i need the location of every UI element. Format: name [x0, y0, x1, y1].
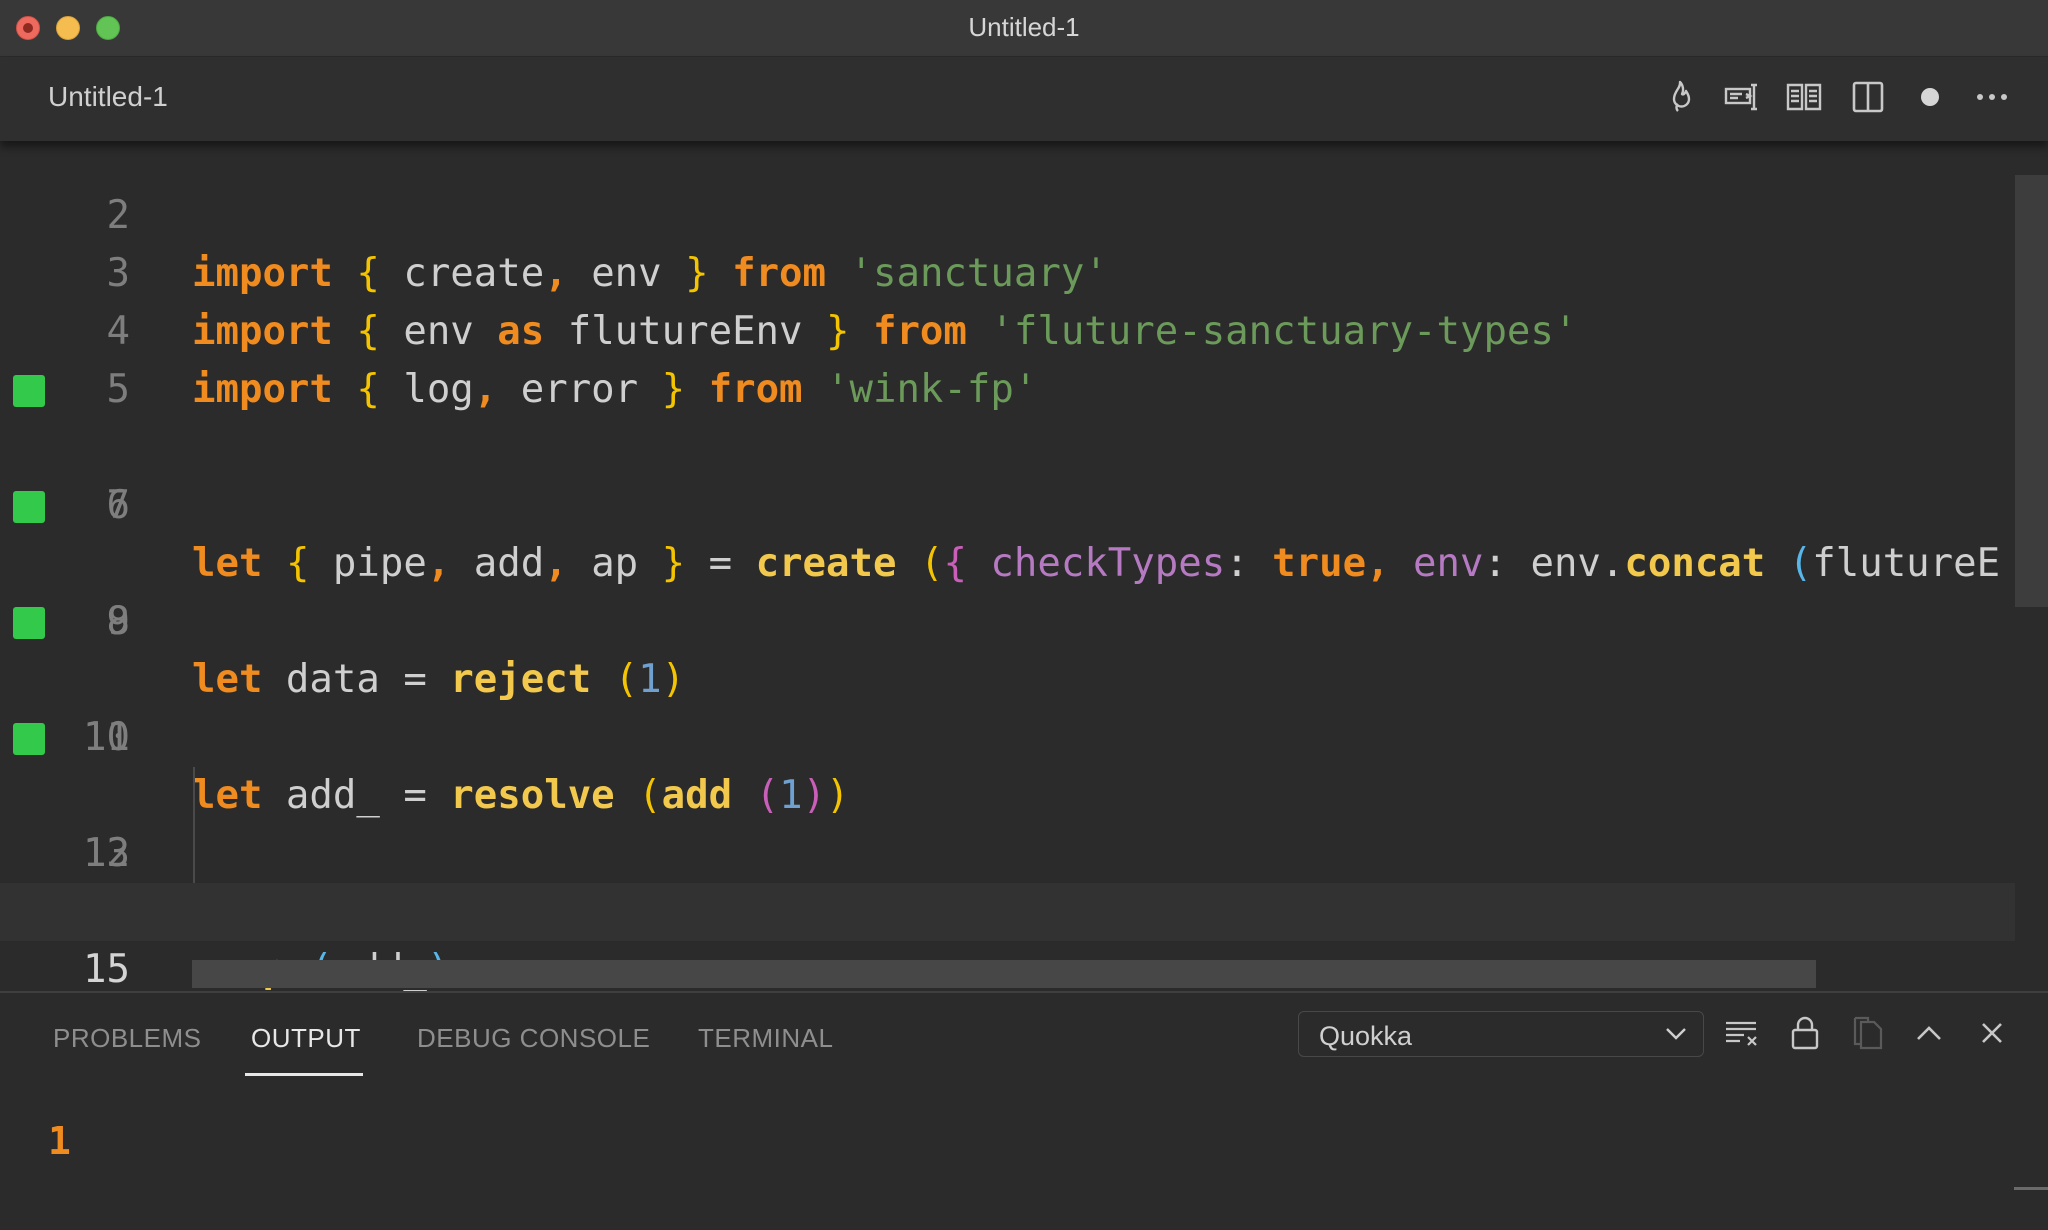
code-line: 14 fork (error) (log) — [0, 825, 2015, 934]
tab-problems[interactable]: PROBLEMS — [53, 1023, 202, 1054]
more-actions-icon[interactable] — [1972, 77, 2012, 117]
output-scrollbar[interactable] — [2014, 1187, 2048, 1190]
quokka-coverage-marker — [13, 723, 45, 755]
code-line: 5 — [0, 303, 2015, 412]
code-line: 8 let data = reject (1) — [0, 477, 2015, 702]
code-editor[interactable]: 2 import { create, env } from 'sanctuary… — [0, 141, 2048, 991]
quokka-run-icon[interactable] — [1722, 77, 1762, 117]
active-tab-indicator — [245, 1073, 363, 1076]
code-line: 11 — [0, 651, 2015, 760]
editor-vertical-scrollbar[interactable] — [2015, 175, 2048, 607]
maximize-panel-icon[interactable] — [1909, 1013, 1949, 1053]
quokka-coverage-marker — [13, 607, 45, 639]
open-preview-icon[interactable] — [1784, 77, 1824, 117]
title-bar: Untitled-1 — [0, 0, 2048, 57]
code-line: 13 ap (add_), — [0, 767, 2015, 991]
clear-output-icon[interactable] — [1722, 1013, 1762, 1053]
code-line: 4 import { log, error } from 'wink-fp' — [0, 245, 2015, 412]
code-line-current: 15 ]) (data) — [0, 883, 2015, 991]
quokka-coverage-marker — [13, 375, 45, 407]
chevron-down-icon — [1663, 1020, 1689, 1051]
output-panel[interactable]: 1 — [0, 1077, 2048, 1230]
code-line: 7 — [0, 419, 2015, 528]
editor-horizontal-scrollbar[interactable] — [192, 960, 1816, 988]
tab-debug-console[interactable]: DEBUG CONSOLE — [417, 1023, 650, 1054]
tab-output[interactable]: OUTPUT — [251, 1023, 361, 1054]
split-editor-icon[interactable] — [1848, 77, 1888, 117]
code-line: 2 import { create, env } from 'sanctuary… — [0, 141, 2015, 296]
panel-header: PROBLEMS OUTPUT DEBUG CONSOLE TERMINAL Q… — [0, 993, 2048, 1077]
output-channel-select[interactable]: Quokka — [1298, 1011, 1704, 1057]
output-channel-value: Quokka — [1319, 1021, 1413, 1051]
close-panel-icon[interactable] — [1972, 1013, 2012, 1053]
code-line: 6 let { pipe, add, ap } = create ({ chec… — [0, 361, 2015, 586]
lock-icon[interactable] — [1785, 1013, 1825, 1053]
flame-icon[interactable] — [1660, 77, 1700, 117]
editor-tab-title[interactable]: Untitled-1 — [48, 81, 168, 113]
unsaved-dot-icon[interactable] — [1910, 77, 1950, 117]
quokka-coverage-marker — [13, 491, 45, 523]
line-number: 15 — [83, 947, 130, 991]
window-title: Untitled-1 — [968, 12, 1080, 42]
indent-guide — [193, 767, 195, 825]
output-line: 1 — [48, 1119, 71, 1163]
code-line: 9 — [0, 535, 2015, 644]
code-line: 12 pipe ([ — [0, 709, 2015, 934]
tab-terminal[interactable]: TERMINAL — [698, 1023, 833, 1054]
code-line: 10 let add_ = resolve (add (1)) — [0, 593, 2015, 818]
editor-tab-bar: Untitled-1 — [0, 57, 2048, 141]
code-line: 3 import { env as flutureEnv } from 'flu… — [0, 187, 2015, 354]
indent-guide — [193, 825, 195, 883]
open-log-file-icon — [1848, 1013, 1888, 1053]
